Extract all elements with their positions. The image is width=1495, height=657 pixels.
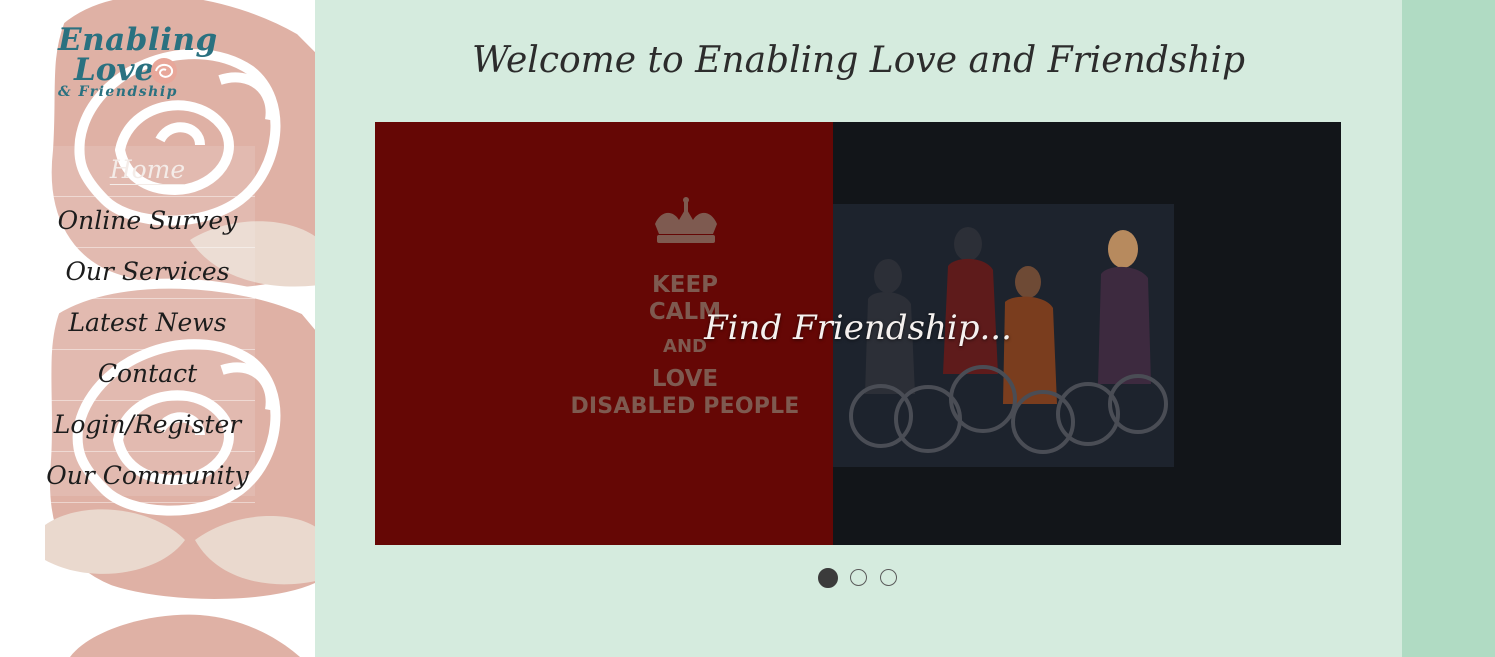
sidebar: Enabling Love & Friendship Home Online S… <box>0 0 315 657</box>
poster-text-keep: KEEP <box>651 272 719 298</box>
logo-text-friendship: & Friendship <box>58 84 178 100</box>
slider-dot-1[interactable] <box>818 568 838 588</box>
crown-icon <box>655 197 717 243</box>
main-content: Welcome to Enabling Love and Friendship <box>315 0 1402 657</box>
poster-text-love: LOVE <box>651 366 719 392</box>
page-title: Welcome to Enabling Love and Friendship <box>471 40 1246 81</box>
site-logo[interactable]: Enabling Love & Friendship <box>54 22 217 106</box>
slide-caption: Find Friendship... <box>704 308 1012 348</box>
logo-text-love: Love <box>74 52 155 88</box>
image-slider[interactable]: KEEP CALM AND LOVE DISABLED PEOPLE Find … <box>375 122 1341 545</box>
nav-item-our-services[interactable]: Our Services <box>40 248 255 299</box>
right-side-strip <box>1402 0 1495 657</box>
slider-dot-3[interactable] <box>880 569 897 586</box>
nav-item-online-survey[interactable]: Online Survey <box>40 197 255 248</box>
main-nav: Home Online Survey Our Services Latest N… <box>40 146 255 503</box>
slider-pagination <box>818 568 908 590</box>
nav-item-login-register[interactable]: Login/Register <box>40 401 255 452</box>
rose-icon <box>151 58 177 84</box>
poster-text-disabled-people: DISABLED PEOPLE <box>570 394 800 419</box>
nav-item-contact[interactable]: Contact <box>40 350 255 401</box>
page: Enabling Love & Friendship Home Online S… <box>0 0 1495 657</box>
nav-item-home[interactable]: Home <box>40 146 255 197</box>
nav-item-latest-news[interactable]: Latest News <box>40 299 255 350</box>
nav-item-our-community[interactable]: Our Community <box>40 452 255 503</box>
slider-dot-2[interactable] <box>850 569 867 586</box>
